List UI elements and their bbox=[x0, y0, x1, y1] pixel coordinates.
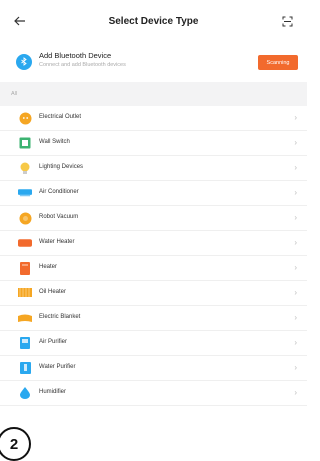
list-item[interactable]: Robot Vacuum › bbox=[0, 206, 307, 231]
outlet-icon bbox=[18, 112, 32, 124]
heater-icon bbox=[18, 237, 32, 249]
scanning-button[interactable]: Scanning bbox=[258, 55, 298, 70]
chevron-right-icon: › bbox=[294, 138, 297, 147]
top-bar: Select Device Type bbox=[0, 0, 307, 42]
list-item[interactable]: Lighting Devices › bbox=[0, 156, 307, 181]
list-item[interactable]: Water Heater › bbox=[0, 231, 307, 256]
list-item[interactable]: Electric Blanket › bbox=[0, 306, 307, 331]
list-item-label: Lighting Devices bbox=[39, 164, 84, 170]
chevron-right-icon: › bbox=[294, 313, 297, 322]
list-item-label: Electric Blanket bbox=[39, 314, 81, 320]
oil-heater-icon bbox=[18, 287, 32, 299]
section-header: All bbox=[0, 82, 307, 106]
list-item-label: Heater bbox=[39, 264, 58, 270]
list-item[interactable]: Heater › bbox=[0, 256, 307, 281]
chevron-right-icon: › bbox=[294, 238, 297, 247]
section-label: All bbox=[11, 91, 18, 97]
back-arrow-icon[interactable] bbox=[10, 11, 30, 31]
purifier-icon bbox=[18, 337, 32, 349]
humidifier-icon bbox=[18, 387, 32, 399]
chevron-right-icon: › bbox=[294, 213, 297, 222]
chevron-right-icon: › bbox=[294, 263, 297, 272]
blanket-icon bbox=[18, 312, 32, 324]
list-item[interactable]: Air Purifier › bbox=[0, 331, 307, 356]
chevron-right-icon: › bbox=[294, 363, 297, 372]
list-item[interactable]: Humidifier › bbox=[0, 381, 307, 406]
list-item[interactable]: Oil Heater › bbox=[0, 281, 307, 306]
ac-icon bbox=[18, 187, 32, 199]
step-number-badge: 2 bbox=[0, 427, 31, 461]
scan-frame-icon[interactable] bbox=[277, 11, 297, 31]
chevron-right-icon: › bbox=[294, 113, 297, 122]
water-purifier-icon bbox=[18, 362, 32, 374]
chevron-right-icon: › bbox=[294, 388, 297, 397]
list-item-label: Electrical Outlet bbox=[39, 114, 82, 120]
list-item-label: Robot Vacuum bbox=[39, 214, 79, 220]
page-title: Select Device Type bbox=[108, 15, 199, 27]
chevron-right-icon: › bbox=[294, 188, 297, 197]
device-type-list: Electrical Outlet › Wall Switch › Lighti… bbox=[0, 106, 307, 406]
list-item-label: Water Purifier bbox=[39, 364, 76, 370]
chevron-right-icon: › bbox=[294, 163, 297, 172]
list-item-label: Water Heater bbox=[39, 239, 75, 245]
bluetooth-icon bbox=[16, 54, 32, 70]
bluetooth-subtitle: Connect and add Bluetooth devices bbox=[39, 62, 126, 68]
vacuum-icon bbox=[18, 212, 32, 224]
chevron-right-icon: › bbox=[294, 338, 297, 347]
list-item-label: Wall Switch bbox=[39, 139, 70, 145]
bluetooth-title: Add Bluetooth Device bbox=[39, 51, 112, 60]
list-item[interactable]: Water Purifier › bbox=[0, 356, 307, 381]
list-item-label: Air Conditioner bbox=[39, 189, 79, 195]
bulb-icon bbox=[18, 162, 32, 174]
list-item[interactable]: Electrical Outlet › bbox=[0, 106, 307, 131]
add-bluetooth-row[interactable]: Add Bluetooth Device Connect and add Blu… bbox=[0, 42, 307, 82]
list-item[interactable]: Air Conditioner › bbox=[0, 181, 307, 206]
list-item-label: Oil Heater bbox=[39, 289, 67, 295]
chevron-right-icon: › bbox=[294, 288, 297, 297]
radiator-icon bbox=[18, 261, 32, 275]
list-item-label: Humidifier bbox=[39, 389, 67, 395]
switch-icon bbox=[18, 137, 32, 149]
list-item-label: Air Purifier bbox=[39, 339, 68, 345]
list-item[interactable]: Wall Switch › bbox=[0, 131, 307, 156]
